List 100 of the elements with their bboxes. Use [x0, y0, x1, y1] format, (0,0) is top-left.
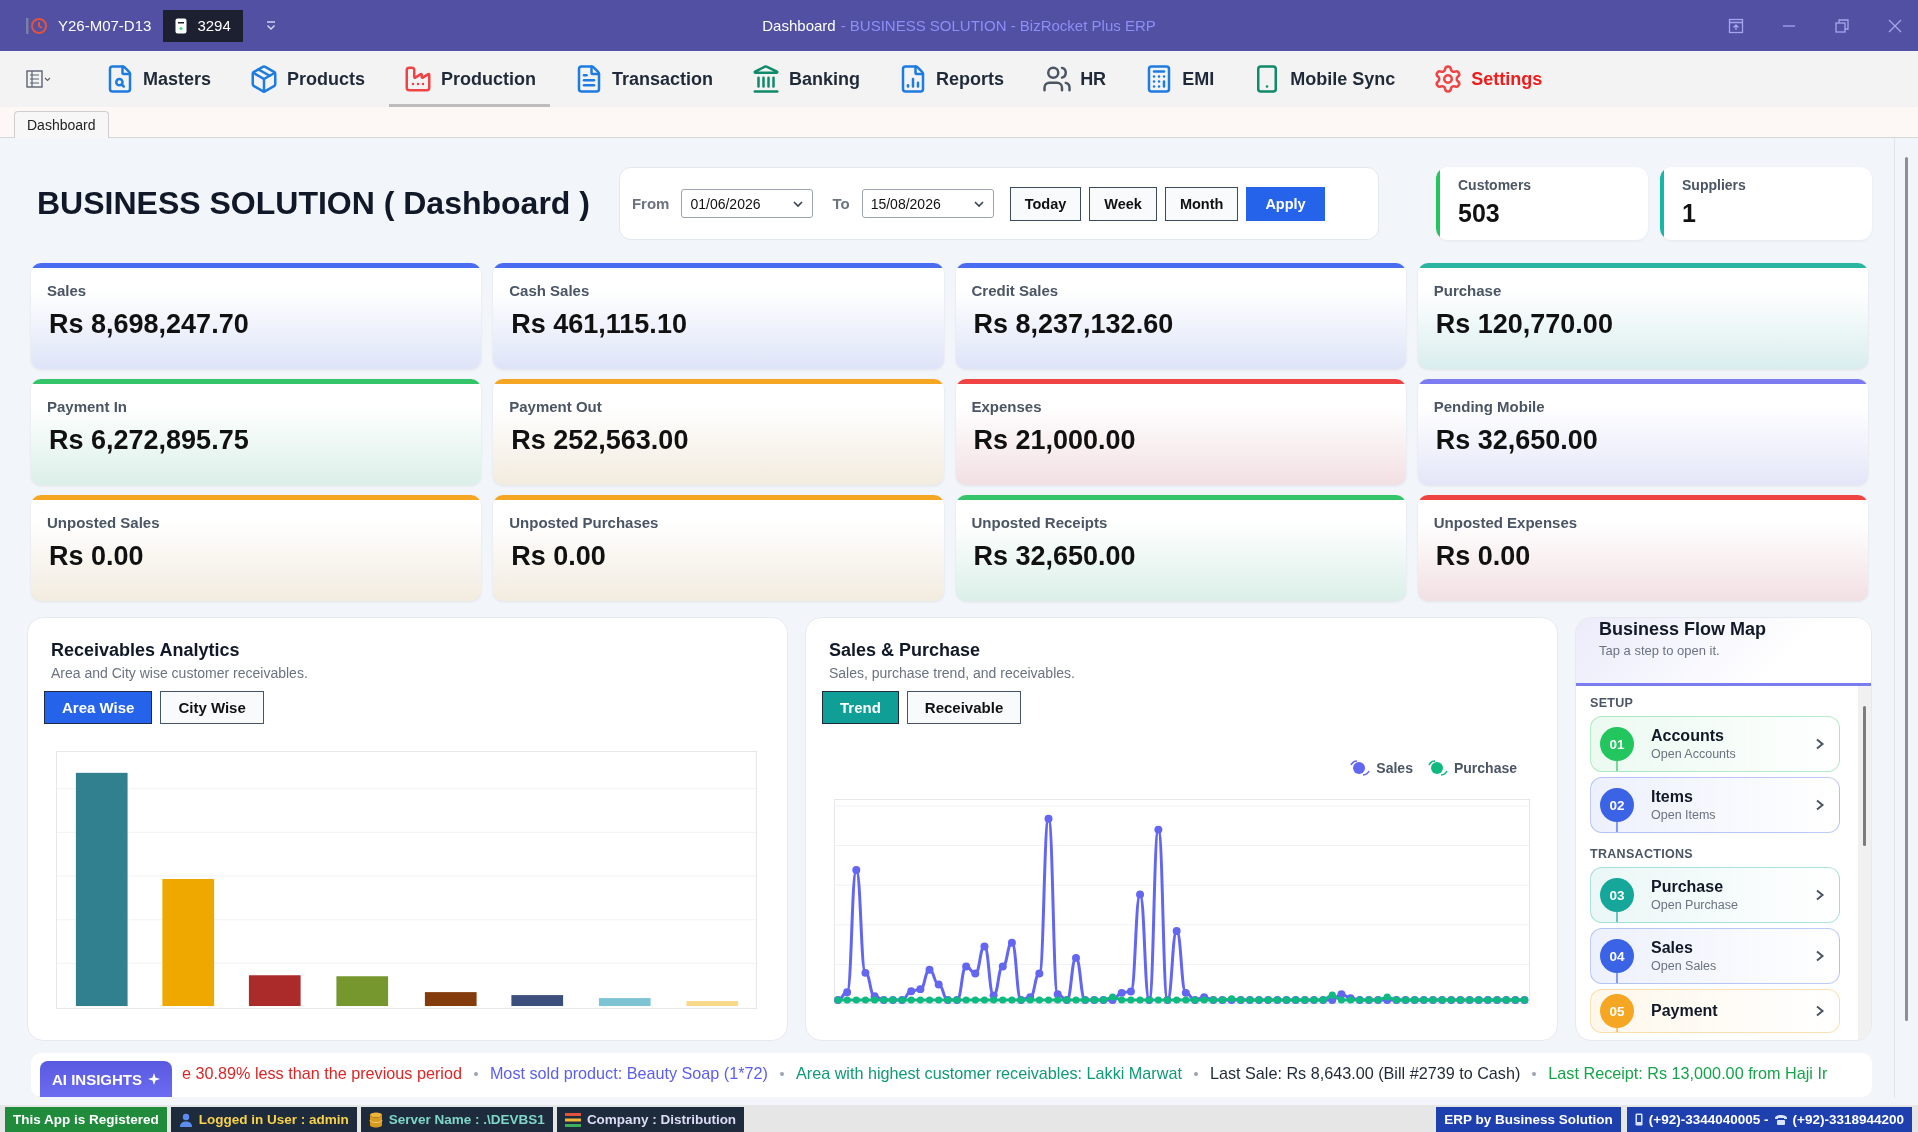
phone-icon — [1774, 1114, 1787, 1125]
toggle-button[interactable]: Area Wise — [44, 691, 153, 724]
menu-item[interactable]: Settings — [1419, 51, 1557, 107]
from-label: From — [631, 195, 670, 212]
menu-item[interactable]: HR — [1028, 51, 1121, 107]
chart-bar — [424, 992, 477, 1006]
kpi-value: Rs 0.00 — [1435, 541, 1531, 572]
panel-title: Receivables Analytics — [51, 640, 241, 661]
kpi-value: Rs 0.00 — [49, 541, 144, 572]
clock-icon — [26, 15, 48, 36]
step-title: Payment — [1651, 1002, 1718, 1020]
scrollbar-thumb[interactable] — [1863, 706, 1866, 846]
menu-item[interactable]: Mobile Sync — [1238, 51, 1410, 107]
restore-icon[interactable] — [1834, 17, 1850, 34]
bullet-icon — [1532, 1071, 1537, 1076]
chart-bar — [598, 998, 651, 1006]
document-tab[interactable]: Dashboard — [14, 111, 109, 138]
database-icon — [368, 1111, 383, 1128]
kpi-value: Rs 32,650.00 — [973, 541, 1136, 572]
counter-text: 3294 — [197, 17, 231, 34]
flow-step[interactable]: 04 Sales Open Sales — [1590, 928, 1840, 984]
bullet-icon — [779, 1071, 784, 1076]
kpi-value: Rs 0.00 — [511, 541, 606, 572]
menu-item[interactable]: Masters — [91, 51, 226, 107]
step-number: 03 — [1600, 878, 1634, 912]
chart-bar — [336, 976, 389, 1006]
kpi-label: Payment In — [47, 398, 128, 415]
box-icon[interactable] — [249, 64, 280, 94]
kpi-value: Rs 21,000.00 — [973, 425, 1136, 456]
window-tray-icon[interactable] — [1728, 17, 1744, 34]
menu-item[interactable]: EMI — [1130, 51, 1229, 107]
users-icon[interactable] — [1042, 64, 1073, 94]
insight-text: Most sold product: Beauty Soap (1*72) — [489, 1064, 768, 1083]
chevron-right-icon[interactable] — [1815, 799, 1825, 811]
legend-label: Purchase — [1453, 760, 1517, 776]
apply-button[interactable]: Apply — [1246, 186, 1325, 221]
kpi-label: Credit Sales — [971, 282, 1059, 299]
kpi-label: Payment Out — [509, 398, 602, 415]
scrollbar-thumb[interactable] — [1905, 157, 1908, 1021]
insight-text: Last Receipt: Rs 13,000.00 from Haji Ir — [1548, 1064, 1828, 1083]
kpi-value: Rs 252,563.00 — [511, 425, 689, 456]
chevron-right-icon[interactable] — [1815, 889, 1825, 901]
chevron-right-icon[interactable] — [1815, 1005, 1825, 1017]
counter-label: Suppliers — [1682, 177, 1746, 193]
counter-value: 503 — [1458, 199, 1500, 228]
counter-value: 1 — [1682, 199, 1696, 228]
range-button[interactable]: Week — [1089, 186, 1157, 221]
status-text: Logged in User : admin — [198, 1112, 349, 1127]
kpi-label: Unposted Expenses — [1433, 514, 1578, 531]
bullet-icon — [473, 1071, 478, 1076]
smartphone-icon — [1634, 1113, 1643, 1126]
kpi-label: Pending Mobile — [1433, 398, 1545, 415]
chevron-right-icon[interactable] — [1815, 738, 1825, 750]
status-text: Server Name : .\DEVBS1 — [388, 1112, 545, 1127]
kpi-label: Expenses — [971, 398, 1042, 415]
factory-icon[interactable] — [403, 64, 434, 94]
flow-step[interactable]: 01 Accounts Open Accounts — [1590, 716, 1840, 772]
step-number: 05 — [1600, 994, 1634, 1028]
insight-text: e 30.89% less than the previous period — [182, 1064, 462, 1083]
chevron-down-icon[interactable] — [264, 19, 277, 32]
settings-icon[interactable] — [1433, 64, 1464, 94]
flow-step[interactable]: 05 Payment — [1590, 989, 1840, 1033]
chart-bar — [511, 995, 564, 1006]
to-label: To — [832, 195, 850, 212]
range-button[interactable]: Month — [1164, 186, 1239, 221]
section-label: TRANSACTIONS — [1590, 847, 1694, 861]
panel-subtitle: Tap a step to open it. — [1599, 643, 1720, 658]
range-button[interactable]: Today — [1009, 186, 1082, 221]
date-field[interactable]: 01/06/2026 — [681, 189, 814, 218]
document-icon — [175, 17, 188, 34]
kpi-value: Rs 6,272,895.75 — [49, 425, 249, 456]
step-subtitle: Open Sales — [1651, 959, 1717, 973]
flow-step[interactable]: 02 Items Open Items — [1590, 777, 1840, 833]
step-number: 02 — [1600, 788, 1634, 822]
toggle-button[interactable]: City Wise — [160, 691, 264, 724]
menu-item[interactable]: Reports — [884, 51, 1019, 107]
insight-text: Area with highest customer receivables: Lakki Marwat — [795, 1064, 1182, 1083]
close-icon[interactable] — [1887, 17, 1903, 34]
legend-label: Sales — [1376, 760, 1413, 776]
kpi-label: Unposted Receipts — [971, 514, 1108, 531]
menu-item[interactable]: Transaction — [560, 51, 728, 107]
layers-icon — [564, 1112, 581, 1127]
panel-title: Sales & Purchase — [829, 640, 982, 661]
chart-bar — [686, 1001, 739, 1006]
menu-item[interactable]: Banking — [737, 51, 875, 107]
step-number: 01 — [1600, 727, 1634, 761]
date-field[interactable]: 15/08/2026 — [861, 189, 994, 218]
chevron-right-icon[interactable] — [1815, 950, 1825, 962]
step-title: Accounts — [1651, 727, 1724, 745]
toggle-button[interactable]: Receivable — [906, 691, 1022, 724]
list-menu-icon[interactable] — [26, 70, 52, 88]
step-subtitle: Open Items — [1651, 808, 1716, 822]
menu-item[interactable]: Products — [235, 51, 380, 107]
flow-step[interactable]: 03 Purchase Open Purchase — [1590, 867, 1840, 923]
kpi-label: Unposted Sales — [47, 514, 160, 531]
chart-bar — [248, 975, 301, 1006]
date-code-text: Y26-M07-D13 — [58, 17, 152, 34]
bullet-icon — [1193, 1071, 1198, 1076]
window-title: Dashboard - BUSINESS SOLUTION - BizRocket Plus ERP — [762, 17, 1156, 34]
kpi-value: Rs 461,115.10 — [511, 309, 687, 340]
